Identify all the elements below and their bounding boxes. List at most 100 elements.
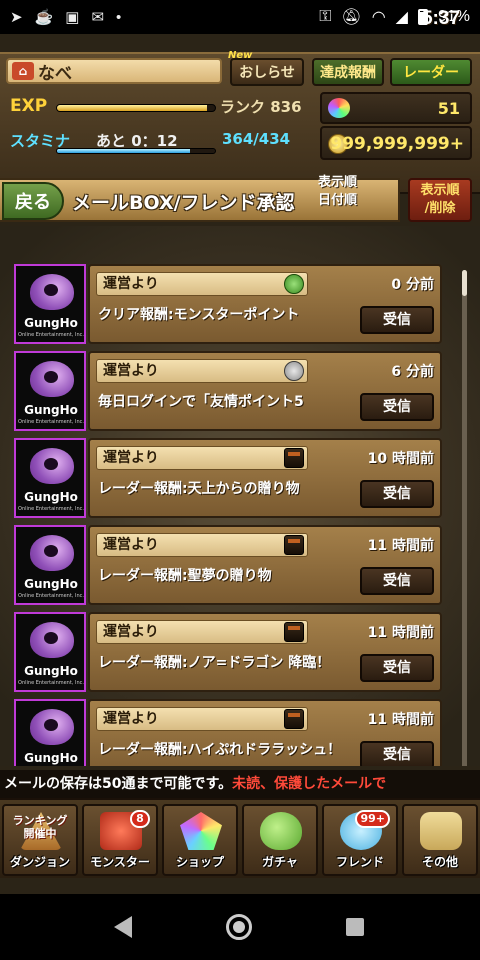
- mail-card[interactable]: 運営より 11 時間前 レーダー報酬:ハイぷれドララッシュ！ 受信: [88, 699, 442, 766]
- mail-sender: 運営より: [96, 359, 308, 383]
- gungho-logo-icon: [30, 622, 74, 658]
- scrollbar-thumb[interactable]: [462, 270, 467, 296]
- avatar-brand: GungHo: [24, 490, 78, 504]
- mail-time: 11 時間前: [367, 625, 434, 641]
- player-name: なべ: [38, 63, 72, 84]
- mail-item[interactable]: GungHoOnline Entertainment, Inc.運営より11 時…: [14, 612, 442, 694]
- nav-shop-label: ショップ: [175, 855, 224, 869]
- exp-label: EXP: [10, 96, 48, 116]
- avatar-sub: Online Entertainment, Inc.: [18, 593, 84, 599]
- mail-item[interactable]: GungHo Online Entertainment, Inc. 運営より 0 分前…: [14, 264, 442, 346]
- mail-item[interactable]: GungHo Online Entertainment, Inc. 運営より 6 分前…: [14, 351, 442, 433]
- nav-monster[interactable]: 8 モンスター: [82, 804, 158, 876]
- bottom-nav: ランキング 開催中 ダンジョン 8 モンスター ショップ ガチャ 99+ フレン…: [0, 798, 480, 878]
- page-title: メールBOX/フレンド承認: [72, 192, 295, 214]
- avatar-brand: GungHo: [24, 403, 78, 417]
- mail-sender: 運営より: [96, 533, 308, 557]
- nav-gacha[interactable]: ガチャ: [242, 804, 318, 876]
- avatar-sub: Online Entertainment, Inc.: [18, 419, 84, 425]
- mail-card[interactable]: 運営より 0 分前 クリア報酬:モンスターポイント 受信: [88, 264, 442, 344]
- mail-item[interactable]: GungHo Online Entertainment, Inc. 運営より 10 時…: [14, 438, 442, 520]
- friend-point-icon: [284, 361, 304, 381]
- magic-stone-counter[interactable]: 51: [320, 92, 472, 124]
- sort-order-label-1: 表示順: [318, 175, 358, 190]
- key-icon: ⚿: [319, 8, 332, 25]
- gungho-logo-icon: [30, 274, 74, 310]
- mail-message: クリア報酬:モンスターポイント: [98, 307, 300, 323]
- mail-card[interactable]: 運営より 6 分前毎日ログインで「友情ポイント5 受信: [88, 351, 442, 431]
- news-button[interactable]: New おしらせ: [228, 50, 304, 86]
- nav-dungeon[interactable]: ランキング 開催中 ダンジョン: [2, 804, 78, 876]
- new-badge: New: [228, 50, 253, 61]
- signal-icon: ◢: [395, 9, 408, 26]
- avatar-sub: Online Entertainment, Inc.: [18, 680, 84, 686]
- stamina-bar-fill: [57, 149, 190, 153]
- notice-warning: 未読、保護したメールで: [232, 776, 387, 792]
- mail-time: 6 分前: [391, 364, 434, 380]
- gungho-avatar: GungHoOnline Entertainment, Inc.: [14, 699, 86, 766]
- game-screen: ⌂ なべ New おしらせ 達成報酬 レーダー EXP ランク 836 スタミナ…: [0, 34, 480, 894]
- ranking-tag-line-1: ランキング: [12, 814, 68, 827]
- nav-gacha-label: ガチャ: [262, 855, 298, 869]
- back-button[interactable]: 戻る: [2, 182, 64, 220]
- mail-item[interactable]: GungHoOnline Entertainment, Inc.運営より11 時…: [14, 699, 442, 766]
- mail-card[interactable]: 運営より 10 時間前 レーダー報酬:天上からの贈り物 受信: [88, 438, 442, 518]
- receive-button[interactable]: 受信: [360, 393, 434, 421]
- gungho-avatar: GungHoOnline Entertainment, Inc.: [14, 264, 86, 344]
- avatar-sub: Online Entertainment, Inc.: [18, 332, 84, 338]
- nav-dungeon-label: ダンジョン: [9, 855, 70, 869]
- receive-button[interactable]: 受信: [360, 741, 434, 766]
- mail-sender: 運営より: [96, 707, 308, 731]
- nav-shop[interactable]: ショップ: [162, 804, 238, 876]
- receive-button[interactable]: 受信: [360, 480, 434, 508]
- mute-icon: 🔕︎: [341, 9, 362, 26]
- receive-button[interactable]: 受信: [360, 567, 434, 595]
- radar-label: レーダー: [403, 65, 459, 81]
- mail-list[interactable]: GungHo Online Entertainment, Inc. 運営より 0 分前…: [0, 226, 480, 766]
- scrollbar[interactable]: [462, 270, 467, 766]
- mail-time: 0 分前: [391, 277, 434, 293]
- dot-icon: •: [116, 8, 122, 26]
- achievements-button[interactable]: 達成報酬: [312, 58, 384, 86]
- mail-message: レーダー報酬:天上からの贈り物: [98, 481, 300, 497]
- ranking-tag-line-2: 開催中: [23, 827, 57, 840]
- coin-counter: 999,999,999+: [320, 126, 472, 160]
- nav-friend-label: フレンド: [335, 855, 384, 869]
- ranking-tag: ランキング 開催中: [8, 814, 72, 840]
- mail-message: レーダー報酬:聖夢の贈り物: [98, 568, 272, 584]
- mail-message: 毎日ログインで「友情ポイント5: [98, 394, 304, 410]
- radar-button[interactable]: レーダー: [390, 58, 472, 86]
- game-icon: ☕: [34, 9, 54, 26]
- nav-monster-label: モンスター: [90, 855, 150, 869]
- mail-icon: ✉: [91, 9, 105, 26]
- sort-delete-button[interactable]: 表示順 /削除: [408, 178, 472, 222]
- treasure-chest-icon: [284, 535, 304, 555]
- system-recents-icon[interactable]: [346, 918, 364, 936]
- notice-ticker: メールの保存は50通まで可能です。未読、保護したメールで: [0, 770, 480, 798]
- nav-friend[interactable]: 99+ フレンド: [322, 804, 398, 876]
- treasure-chest-icon: [284, 448, 304, 468]
- mail-card[interactable]: 運営より 11 時間前 レーダー報酬:聖夢の贈り物 受信: [88, 525, 442, 605]
- mail-message: レーダー報酬:ハイぷれドララッシュ！: [98, 742, 342, 758]
- monster-badge: 8: [130, 810, 150, 828]
- wifi-icon: ◠: [371, 9, 386, 26]
- stamina-value: 364/434: [222, 130, 291, 148]
- system-home-icon[interactable]: [226, 914, 252, 940]
- system-nav-bar: [0, 894, 480, 960]
- nav-other-label: その他: [421, 855, 458, 869]
- sort-order-label-2: 日付順: [318, 193, 358, 208]
- friend-badge: 99+: [355, 810, 390, 828]
- lock-icon: ▣: [65, 9, 80, 26]
- mail-card[interactable]: 運営より 11 時間前 レーダー報酬:ノア=ドラゴン 降臨！ 受信: [88, 612, 442, 692]
- nav-other[interactable]: その他: [402, 804, 478, 876]
- avatar-brand: GungHo: [24, 751, 78, 765]
- exp-bar: [56, 104, 216, 112]
- player-name-box[interactable]: ⌂ なべ: [6, 58, 222, 84]
- system-back-icon[interactable]: [114, 916, 132, 938]
- receive-button[interactable]: 受信: [360, 306, 434, 334]
- mail-item[interactable]: GungHoOnline Entertainment, Inc.運営より11 時…: [14, 525, 442, 607]
- receive-button[interactable]: 受信: [360, 654, 434, 682]
- magic-stone-shop-icon: [180, 812, 222, 850]
- sort-order-label: 表示順 日付順: [318, 174, 357, 210]
- status-bar: 5:37 ➤ ☕ ▣ ✉ • ⚿ 🔕︎ ◠ ◢ 91%: [0, 0, 480, 34]
